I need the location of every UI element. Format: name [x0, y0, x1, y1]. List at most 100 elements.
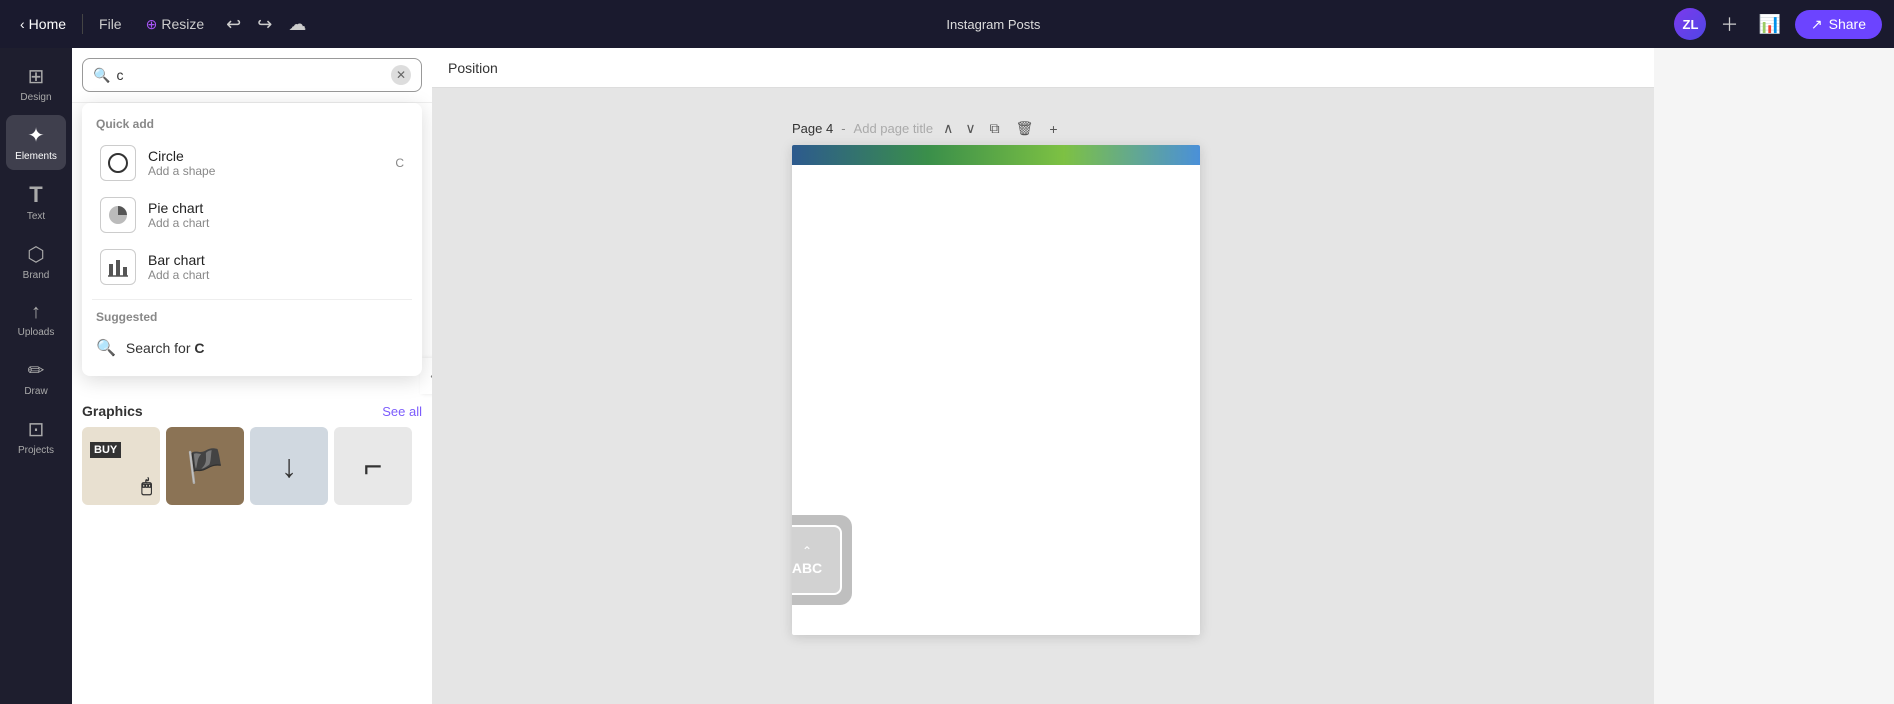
abc-overlay: ⌃ ABC — [792, 515, 852, 605]
circle-subtitle: Add a shape — [148, 164, 383, 178]
search-icon: 🔍 — [93, 67, 110, 84]
chart-button[interactable]: 📊 — [1752, 10, 1786, 39]
search-clear-button[interactable]: ✕ — [391, 65, 411, 85]
share-button[interactable]: ↗ Share — [1795, 10, 1882, 39]
redo-button[interactable]: ↪ — [251, 10, 278, 39]
main-area: ⊞ Design ✦ Elements T Text ⬡ Brand ↑ Upl… — [0, 48, 1894, 704]
panel-scroll[interactable]: Graphics See all BUY 🖱 🏴 ↓ ⌐ — [72, 383, 432, 704]
sidebar: ⊞ Design ✦ Elements T Text ⬡ Brand ↑ Upl… — [0, 48, 72, 704]
bar-chart-preview-icon — [100, 249, 136, 285]
page-top-strip — [792, 145, 1200, 165]
elements-icon: ✦ — [28, 123, 45, 148]
dropdown-item-pie-chart[interactable]: Pie chart Add a chart — [86, 189, 418, 241]
undo-redo-group: ↩ ↪ ☁ — [220, 10, 312, 39]
search-for-item[interactable]: 🔍 Search for C — [82, 330, 422, 366]
search-for-term: C — [194, 340, 204, 356]
sidebar-label-design: Design — [20, 92, 51, 103]
sidebar-item-projects[interactable]: ⊡ Projects — [6, 409, 66, 464]
search-for-text: Search for C — [126, 340, 205, 356]
page-canvas[interactable]: ↻ ⌃ ABC — [792, 145, 1200, 635]
bar-chart-subtitle: Add a chart — [148, 268, 404, 282]
share-label: Share — [1829, 16, 1866, 32]
page-header: Page 4 - Add page title ∧ ∨ ⧉ 🗑 + — [792, 118, 1200, 139]
page-number: Page 4 — [792, 121, 833, 136]
document-title: Instagram Posts — [946, 17, 1040, 32]
delete-page-button[interactable]: 🗑 — [1012, 118, 1038, 139]
position-bar: Position — [432, 48, 1654, 88]
suggested-label: Suggested — [82, 306, 422, 330]
sidebar-label-text: Text — [27, 211, 45, 222]
undo-button[interactable]: ↩ — [220, 10, 247, 39]
search-for-icon: 🔍 — [96, 338, 116, 358]
topbar-left: ‹ Home File ⊕ Resize ↩ ↪ ☁ — [12, 10, 312, 39]
file-menu[interactable]: File — [91, 12, 130, 36]
page-title-input[interactable]: Add page title — [854, 121, 934, 136]
graphic-thumb-flag[interactable]: 🏴 — [166, 427, 244, 505]
bar-chart-title: Bar chart — [148, 252, 404, 268]
sidebar-item-elements[interactable]: ✦ Elements — [6, 115, 66, 170]
page-up-button[interactable]: ∧ — [941, 118, 955, 139]
search-for-prefix: Search for — [126, 340, 191, 356]
duplicate-page-button[interactable]: ⧉ — [986, 118, 1004, 139]
circle-title: Circle — [148, 148, 383, 164]
back-button[interactable]: ‹ Home — [12, 12, 74, 36]
sidebar-label-uploads: Uploads — [18, 327, 55, 338]
search-box[interactable]: 🔍 ✕ — [82, 58, 422, 92]
bar-chart-item-text: Bar chart Add a chart — [148, 252, 404, 282]
graphic-thumb-arrow[interactable]: ↓ — [250, 427, 328, 505]
add-page-button[interactable]: + — [1045, 119, 1061, 139]
file-label: File — [99, 16, 122, 32]
panel-area: 🔍 ✕ Quick add Circle Add a shape C — [72, 48, 432, 704]
text-icon: T — [29, 182, 42, 208]
search-dropdown: Quick add Circle Add a shape C — [82, 103, 422, 376]
design-icon: ⊞ — [28, 64, 45, 89]
user-avatar[interactable]: ZL — [1674, 8, 1706, 40]
page-down-button[interactable]: ∨ — [963, 118, 977, 139]
chevron-left-icon: ‹ — [20, 16, 25, 32]
dropdown-item-circle[interactable]: Circle Add a shape C — [86, 137, 418, 189]
pie-chart-title: Pie chart — [148, 200, 404, 216]
graphics-title: Graphics — [82, 403, 143, 419]
resize-label: Resize — [161, 16, 204, 32]
abc-inner: ⌃ ABC — [792, 525, 842, 595]
resize-button[interactable]: ⊕ Resize — [138, 12, 213, 37]
sidebar-item-uploads[interactable]: ↑ Uploads — [6, 293, 66, 346]
see-all-link[interactable]: See all — [382, 404, 422, 419]
sidebar-label-brand: Brand — [23, 270, 50, 281]
right-panel — [1654, 48, 1894, 704]
circle-preview-icon — [100, 145, 136, 181]
canvas-content[interactable]: Page 4 - Add page title ∧ ∨ ⧉ 🗑 + ↻ — [432, 88, 1654, 704]
search-input[interactable] — [116, 67, 385, 83]
sidebar-item-design[interactable]: ⊞ Design — [6, 56, 66, 111]
sidebar-label-elements: Elements — [15, 151, 57, 162]
sidebar-label-draw: Draw — [24, 386, 47, 397]
topbar-right: ZL ＋ 📊 ↗ Share — [1674, 7, 1882, 41]
abc-up-arrow: ⌃ — [802, 544, 812, 558]
share-icon: ↗ — [1811, 16, 1823, 33]
pie-chart-item-text: Pie chart Add a chart — [148, 200, 404, 230]
brand-icon: ⬡ — [27, 242, 44, 267]
graphics-grid: BUY 🖱 🏴 ↓ ⌐ — [82, 427, 422, 505]
circle-item-text: Circle Add a shape — [148, 148, 383, 178]
graphic-thumb-buy[interactable]: BUY 🖱 — [82, 427, 160, 505]
canvas-area: Position Page 4 - Add page title ∧ ∨ ⧉ 🗑… — [432, 48, 1654, 704]
sidebar-item-text[interactable]: T Text — [6, 174, 66, 230]
add-person-button[interactable]: ＋ — [1714, 7, 1744, 41]
pie-chart-subtitle: Add a chart — [148, 216, 404, 230]
projects-icon: ⊡ — [28, 417, 45, 442]
graphics-header: Graphics See all — [82, 403, 422, 419]
cloud-save-button[interactable]: ☁ — [282, 10, 312, 39]
sidebar-item-draw[interactable]: ✏ Draw — [6, 350, 66, 405]
page-container: Page 4 - Add page title ∧ ∨ ⧉ 🗑 + ↻ — [792, 118, 1200, 635]
uploads-icon: ↑ — [31, 301, 41, 324]
graphics-section: Graphics See all BUY 🖱 🏴 ↓ ⌐ — [72, 391, 432, 505]
dropdown-item-bar-chart[interactable]: Bar chart Add a chart — [86, 241, 418, 293]
topbar-divider — [82, 14, 83, 34]
graphic-thumb-bracket[interactable]: ⌐ — [334, 427, 412, 505]
home-label: Home — [29, 16, 66, 32]
circle-shortcut: C — [395, 156, 404, 170]
pie-chart-preview-icon — [100, 197, 136, 233]
draw-icon: ✏ — [28, 358, 45, 383]
sidebar-item-brand[interactable]: ⬡ Brand — [6, 234, 66, 289]
abc-text: ABC — [792, 560, 822, 576]
